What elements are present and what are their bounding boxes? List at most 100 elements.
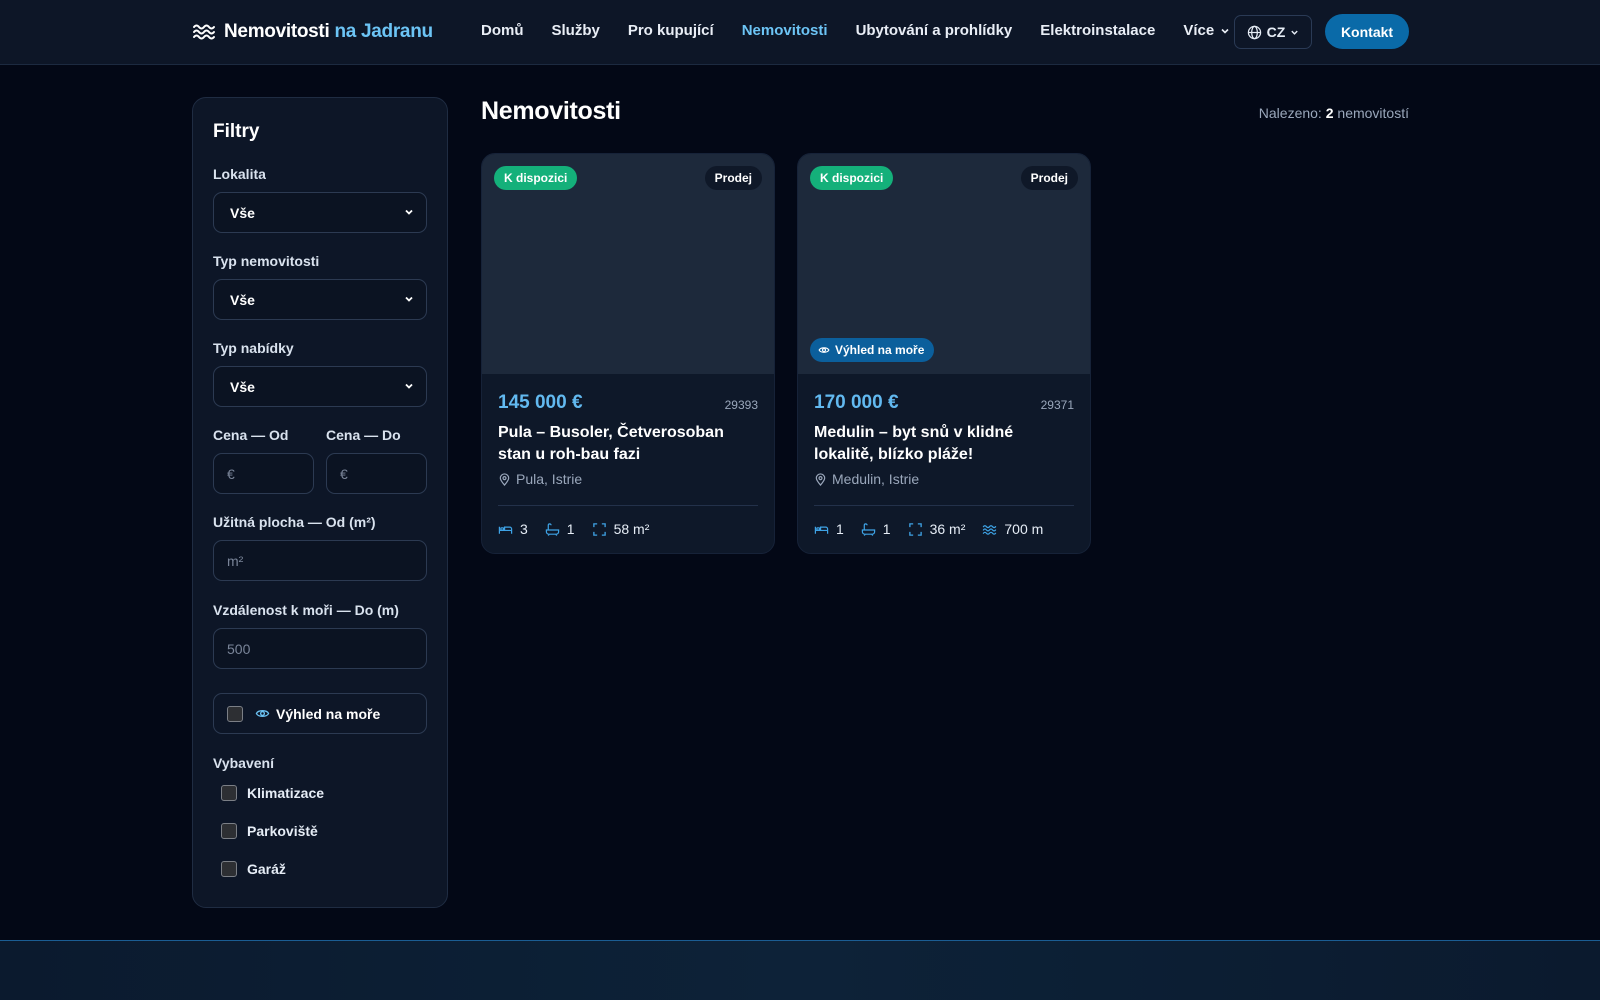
sea-view-label: Výhled na moře: [276, 705, 381, 722]
offer-type-label: Typ nabídky: [213, 340, 294, 356]
property-card[interactable]: K dispozici Prodej Výhled na moře 170 00…: [797, 153, 1091, 554]
amenities-label: Vybavení: [213, 755, 274, 771]
top-navbar: Nemovitosti na Jadranu Domů Služby Pro k…: [0, 0, 1600, 65]
chevron-down-icon: [405, 209, 413, 215]
results-count-number: 2: [1325, 105, 1334, 121]
amenity-checkbox[interactable]: [221, 823, 237, 839]
bathtub-icon: [861, 522, 875, 536]
area-from-label: Užitná plocha — Od (m²): [213, 514, 376, 530]
status-badge: K dispozici: [810, 166, 894, 190]
brand-name-part1: Nemovitosti: [224, 21, 330, 42]
property-stats: 3 1 58 m²: [498, 521, 649, 537]
sea-distance-input[interactable]: 500: [213, 628, 427, 669]
nav-item-electrical[interactable]: Elektroinstalace: [1040, 22, 1155, 39]
price-from-label: Cena — Od: [213, 427, 289, 443]
sea-distance-stat: 700 m: [982, 521, 1043, 537]
eye-icon: [255, 710, 270, 717]
chevron-down-icon: [405, 383, 413, 389]
nav-item-more[interactable]: Více: [1183, 22, 1230, 39]
offer-type-select[interactable]: Vše: [213, 366, 427, 407]
nav-item-properties[interactable]: Nemovitosti: [742, 22, 828, 39]
language-code: CZ: [1266, 24, 1286, 40]
brand-name-part2: na Jadranu: [334, 21, 433, 42]
offer-type-badge: Prodej: [1020, 166, 1078, 190]
bed-icon: [498, 526, 513, 534]
results-count-prefix: Nalezeno:: [1258, 105, 1322, 121]
area-value: 36 m²: [929, 521, 966, 537]
nav-item-home[interactable]: Domů: [481, 22, 524, 39]
sea-view-checkbox[interactable]: [227, 705, 243, 722]
map-pin-icon: [815, 472, 826, 486]
amenity-label: Parkoviště: [247, 823, 318, 839]
nav-item-services[interactable]: Služby: [552, 22, 600, 39]
area-stat: 58 m²: [592, 521, 650, 537]
globe-icon: [1247, 25, 1261, 39]
brand-logo[interactable]: Nemovitosti na Jadranu: [192, 19, 433, 45]
eye-icon: [818, 347, 830, 353]
bathrooms-count: 1: [882, 521, 891, 537]
price-from-placeholder: €: [227, 465, 235, 482]
filters-panel: Filtry Lokalita Vše Typ nemovitosti Vše …: [192, 97, 448, 908]
chevron-down-icon: [1291, 30, 1299, 35]
bedrooms-count: 1: [836, 521, 844, 537]
price-from-input[interactable]: €: [213, 453, 314, 494]
amenity-label: Garáž: [247, 861, 286, 877]
nav-item-buyers[interactable]: Pro kupující: [628, 22, 714, 39]
property-type-label: Typ nemovitosti: [213, 253, 320, 269]
bedrooms-stat: 3: [498, 521, 528, 537]
filters-title: Filtry: [213, 121, 260, 142]
property-ref-number: 29371: [1040, 398, 1074, 412]
waves-icon: [193, 24, 215, 40]
map-pin-icon: [499, 472, 510, 486]
language-switcher[interactable]: CZ: [1234, 15, 1312, 49]
area-from-input[interactable]: m²: [213, 540, 427, 581]
amenity-checkbox[interactable]: [221, 785, 237, 801]
page-footer: [0, 940, 1600, 1000]
location-select-value: Vše: [230, 204, 255, 221]
price-to-placeholder: €: [340, 465, 348, 482]
results-count-suffix: nemovitostí: [1337, 105, 1409, 121]
property-title[interactable]: Medulin – byt snů v klidné lokalitě, blí…: [814, 422, 1076, 466]
property-location-text: Pula, Istrie: [516, 471, 583, 487]
price-to-label: Cena — Do: [326, 427, 401, 443]
price-to-input[interactable]: €: [326, 453, 427, 494]
property-location: Pula, Istrie: [498, 471, 582, 487]
area-expand-icon: [908, 522, 922, 536]
area-expand-icon: [592, 522, 606, 536]
amenity-air-conditioning[interactable]: Klimatizace: [221, 785, 324, 801]
contact-button[interactable]: Kontakt: [1325, 14, 1409, 49]
nav-item-accommodation[interactable]: Ubytování a prohlídky: [856, 22, 1013, 39]
sea-distance-label: Vzdálenost k moři — Do (m): [213, 602, 399, 618]
sea-distance-value: 700 m: [1004, 521, 1044, 537]
location-label: Lokalita: [213, 166, 266, 182]
location-select[interactable]: Vše: [213, 192, 427, 233]
property-location: Medulin, Istrie: [814, 471, 919, 487]
bedrooms-count: 3: [520, 521, 528, 537]
property-card[interactable]: K dispozici Prodej 145 000 € 29393 Pula …: [481, 153, 775, 554]
amenity-parking[interactable]: Parkoviště: [221, 823, 318, 839]
property-price: 145 000 €: [498, 392, 583, 413]
property-type-select[interactable]: Vše: [213, 279, 427, 320]
amenity-checkbox[interactable]: [221, 861, 237, 877]
bathrooms-count: 1: [566, 521, 575, 537]
property-type-select-value: Vše: [230, 291, 255, 308]
property-location-text: Medulin, Istrie: [832, 471, 920, 487]
property-stats: 1 1 36 m² 700 m: [814, 521, 1043, 537]
amenity-garage[interactable]: Garáž: [221, 861, 286, 877]
card-divider: [814, 505, 1074, 506]
property-ref-number: 29393: [724, 398, 758, 412]
sea-distance-placeholder: 500: [227, 640, 251, 657]
chevron-down-icon: [1221, 28, 1229, 34]
waves-icon: [983, 524, 997, 535]
property-price: 170 000 €: [814, 392, 899, 413]
offer-type-badge: Prodej: [704, 166, 762, 190]
status-badge: K dispozici: [494, 166, 578, 190]
sea-view-badge: Výhled na moře: [810, 338, 935, 362]
property-title[interactable]: Pula – Busoler, Četverosoban stan u roh-…: [498, 422, 760, 466]
area-value: 58 m²: [613, 521, 650, 537]
area-stat: 36 m²: [908, 521, 966, 537]
sea-view-toggle[interactable]: Výhled na moře: [213, 693, 427, 734]
page-title: Nemovitosti: [481, 97, 621, 125]
nav-item-more-label: Více: [1183, 22, 1215, 39]
area-from-placeholder: m²: [227, 552, 244, 569]
